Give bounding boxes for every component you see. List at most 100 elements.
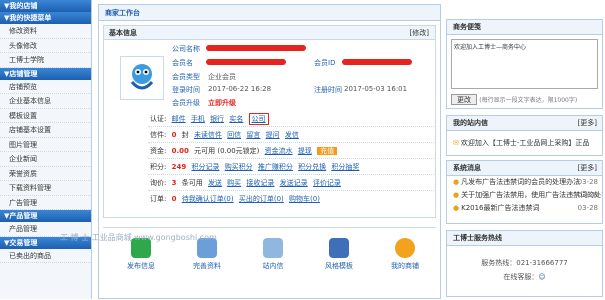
edit-link[interactable]: [修改]	[410, 26, 429, 40]
pending-orders-link[interactable]: 待我确认订单(0)	[182, 195, 234, 203]
sidebar-item-academy[interactable]: 工博士学院	[0, 53, 91, 68]
inquiry-review-link[interactable]: 评价记录	[313, 179, 341, 187]
system-msg-item[interactable]: ● K2016最新广告法违禁词 03-28	[447, 202, 602, 215]
sidebar-header-quick-menu[interactable]: ▼我的快捷菜单	[0, 12, 91, 24]
sold-orders-link[interactable]: 买出的订单(0)	[239, 195, 284, 203]
sidebar: ▼我的店铺 ▼我的快捷菜单 修改资料 头像修改 工博士学院 ▼店铺管理 店铺预览…	[0, 0, 92, 299]
sidebar-item-edit-profile[interactable]: 修改资料	[0, 24, 91, 39]
login-time-label: 登录时间	[172, 86, 200, 94]
monitor-icon	[329, 238, 349, 258]
company-label: 公司名称	[172, 45, 200, 53]
upgrade-link[interactable]: 立即升级	[208, 98, 236, 108]
sidebar-item-honors[interactable]: 荣誉资质	[0, 167, 91, 181]
reply-link[interactable]: 回信	[227, 131, 241, 139]
online-service[interactable]: 在线客服：☺	[447, 272, 602, 282]
cart-link[interactable]: 购物车(0)	[289, 195, 320, 203]
sidebar-item-downloads[interactable]: 下载资料管理	[0, 181, 91, 196]
points-record-link[interactable]: 积分记录	[191, 163, 219, 171]
station-mail-more[interactable]: [更多]	[578, 116, 597, 131]
inquiry-buy-link[interactable]: 购买	[227, 179, 241, 187]
message-row: 信件: 0 封 未读信件 回信 留言 提问 发信	[150, 130, 302, 140]
cert-label: 认证:	[150, 115, 167, 123]
cert-email[interactable]: 邮件	[172, 115, 186, 123]
notes-panel: 商务便笺 欢迎加入工博士—商务中心 更改 (每行显示一段文字表达，限1000字)	[446, 19, 603, 109]
funds-label: 资金:	[150, 147, 167, 155]
cert-bank[interactable]: 银行	[210, 115, 224, 123]
order-count: 0	[171, 195, 177, 203]
funds-flow-link[interactable]: 资金流水	[265, 147, 293, 155]
sidebar-item-shop-settings[interactable]: 店铺基本设置	[0, 123, 91, 138]
sidebar-item-template[interactable]: 模板设置	[0, 109, 91, 123]
question-link[interactable]: 提问	[266, 131, 280, 139]
divider	[148, 158, 434, 159]
hotline-panel: 工博士服务热线 服务热线：021-31666777 在线客服：☺	[446, 230, 603, 297]
divider	[148, 142, 434, 143]
member-label: 会员名	[172, 59, 193, 67]
station-mail-title: 我的站内信	[453, 119, 488, 127]
sidebar-item-sold[interactable]: 已卖出的商品	[0, 249, 91, 263]
sidebar-item-ads[interactable]: 广告管理	[0, 196, 91, 210]
sidebar-item-images[interactable]: 图片管理	[0, 138, 91, 152]
cert-company[interactable]: 公司	[248, 113, 269, 125]
redeem-points-link[interactable]: 积分兑换	[298, 163, 326, 171]
avatar[interactable]	[120, 56, 164, 100]
shortcut-label: 站内信	[262, 262, 284, 270]
member-type-label: 会员类型	[172, 73, 200, 81]
reg-time-label: 注册时间	[314, 86, 342, 94]
globe-icon	[395, 238, 415, 258]
online-label: 在线客服：	[503, 273, 539, 281]
system-msg-item[interactable]: ● 凡发布广告法违禁词的会员的处理办法 03-28	[447, 176, 602, 189]
inquiry-received-link[interactable]: 接收记录	[246, 179, 274, 187]
message-label: 信件:	[150, 131, 167, 139]
shortcut-mail[interactable]: 站内信	[249, 238, 297, 271]
system-msg-item[interactable]: ● 关于加强广告法禁用，使用广告法违禁词的处罚 03-28	[447, 189, 602, 202]
item-text: K2016最新广告法违禁词	[461, 204, 540, 212]
points-label: 积分:	[150, 163, 167, 171]
guestbook-link[interactable]: 留言	[246, 131, 260, 139]
workbench: 商家工作台 基本信息 [修改] 公司名称 会员名 会员ID 会员类型 企业会员 …	[98, 4, 441, 299]
send-link[interactable]: 发信	[285, 131, 299, 139]
order-label: 订单:	[150, 195, 167, 203]
sidebar-item-avatar[interactable]: 头像修改	[0, 39, 91, 53]
sidebar-header-shop-manage[interactable]: ▼店铺管理	[0, 67, 91, 80]
earn-points-link[interactable]: 推广赚积分	[258, 163, 293, 171]
buy-points-link[interactable]: 购买积分	[225, 163, 253, 171]
inquiry-sent-link[interactable]: 发送记录	[280, 179, 308, 187]
withdraw-link[interactable]: 提现	[298, 147, 312, 155]
item-text: 欢迎加入【工博士-工业品网上采购】正品	[460, 139, 590, 147]
item-text: 凡发布广告法违禁词的会员的处理办法	[461, 178, 581, 186]
lottery-link[interactable]: 积分抽奖	[331, 163, 359, 171]
station-mail-item[interactable]: ✉ 欢迎加入【工博士-工业品网上采购】正品	[447, 137, 602, 150]
item-date: 03-28	[577, 178, 598, 186]
cert-phone[interactable]: 手机	[191, 115, 205, 123]
unread-link[interactable]: 未读信件	[194, 131, 222, 139]
cert-realname[interactable]: 实名	[229, 115, 243, 123]
sidebar-item-news[interactable]: 企业新闻	[0, 152, 91, 167]
page-title: 商家工作台	[99, 5, 440, 21]
mail-icon	[263, 238, 283, 258]
hotline-title: 工博士服务热线	[447, 231, 602, 246]
notes-save-button[interactable]: 更改	[451, 94, 477, 105]
qq-icon[interactable]: ☺	[538, 273, 545, 281]
shortcut-shop[interactable]: 我的商铺	[381, 238, 429, 271]
notes-textarea[interactable]: 欢迎加入工博士—商务中心	[451, 39, 598, 89]
sidebar-header-my-shop[interactable]: ▼我的店铺	[0, 0, 91, 12]
reg-time-value: 2017-05-03 16:01	[344, 85, 408, 93]
member-id-redacted	[342, 59, 412, 65]
shortcut-template[interactable]: 风格模板	[315, 238, 363, 271]
funds-amount: 0.00	[171, 147, 189, 155]
sidebar-item-shop-preview[interactable]: 店铺预览	[0, 80, 91, 94]
shortcut-label: 风格模板	[325, 262, 353, 270]
recharge-button[interactable]: 充值	[317, 147, 338, 155]
order-row: 订单: 0 待我确认订单(0) 买出的订单(0) 购物车(0)	[150, 194, 323, 204]
bulb-icon: ●	[453, 191, 460, 199]
funds-unit: 元可用 (0.00元锁定)	[194, 147, 260, 155]
basic-info-header: 基本信息 [修改]	[104, 26, 435, 40]
sidebar-header-product[interactable]: ▼产品管理	[0, 210, 91, 222]
sidebar-item-company-info[interactable]: 企业基本信息	[0, 94, 91, 109]
inquiry-count: 3	[171, 179, 177, 187]
shortcut-label: 完善资料	[193, 262, 221, 270]
system-msg-header: 系统消息 [更多]	[447, 161, 602, 176]
inquiry-send-link[interactable]: 发送	[208, 179, 222, 187]
system-msg-more[interactable]: [更多]	[578, 161, 597, 176]
